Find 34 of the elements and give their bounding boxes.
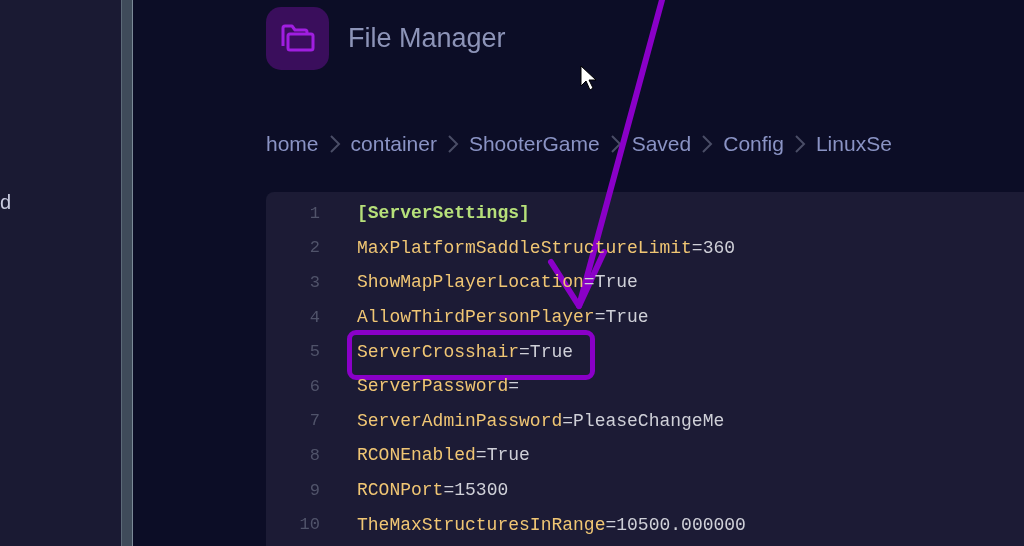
- code-editor[interactable]: [266, 192, 1024, 546]
- line-number: 2: [308, 238, 320, 258]
- breadcrumb-link[interactable]: Saved: [631, 132, 692, 156]
- chevron-icon: [701, 134, 714, 154]
- breadcrumb-link[interactable]: LinuxSe: [815, 132, 892, 156]
- section-header: [ServerSettings]: [357, 203, 530, 224]
- page-title: File Manager: [348, 22, 506, 54]
- line-number: 1: [308, 203, 320, 223]
- folder-icon: [280, 24, 315, 52]
- line-number: 7: [308, 411, 320, 431]
- setting-line: RCONPort=15300: [357, 480, 509, 501]
- breadcrumb-link[interactable]: Config: [723, 132, 784, 156]
- setting-line: RCONEnabled=True: [357, 445, 530, 466]
- panel-splitter[interactable]: [121, 0, 133, 546]
- setting-line: ServerCrosshair=True: [357, 341, 574, 362]
- setting-line: ServerPassword=: [357, 376, 520, 397]
- line-number: 8: [308, 445, 320, 465]
- cursor-icon: [580, 65, 597, 91]
- breadcrumb-link[interactable]: ShooterGame: [468, 132, 600, 156]
- setting-line: ServerAdminPassword=PleaseChangeMe: [357, 410, 725, 431]
- line-number: 9: [308, 480, 320, 500]
- line-number: 10: [298, 515, 320, 535]
- breadcrumb-link[interactable]: container: [350, 132, 437, 156]
- chevron-icon: [446, 134, 459, 154]
- line-number: 3: [308, 273, 320, 292]
- chevron-icon: [609, 134, 622, 154]
- setting-line: TheMaxStructuresInRange=10500.000000: [357, 514, 746, 535]
- sidebar-item[interactable]: d: [0, 188, 12, 216]
- chevron-icon: [793, 134, 806, 154]
- breadcrumb-link[interactable]: home: [266, 132, 319, 156]
- setting-line: AllowThirdPersonPlayer=True: [357, 307, 649, 328]
- chevron-icon: [328, 134, 341, 154]
- line-number: 4: [308, 307, 320, 327]
- line-number: 5: [308, 342, 320, 362]
